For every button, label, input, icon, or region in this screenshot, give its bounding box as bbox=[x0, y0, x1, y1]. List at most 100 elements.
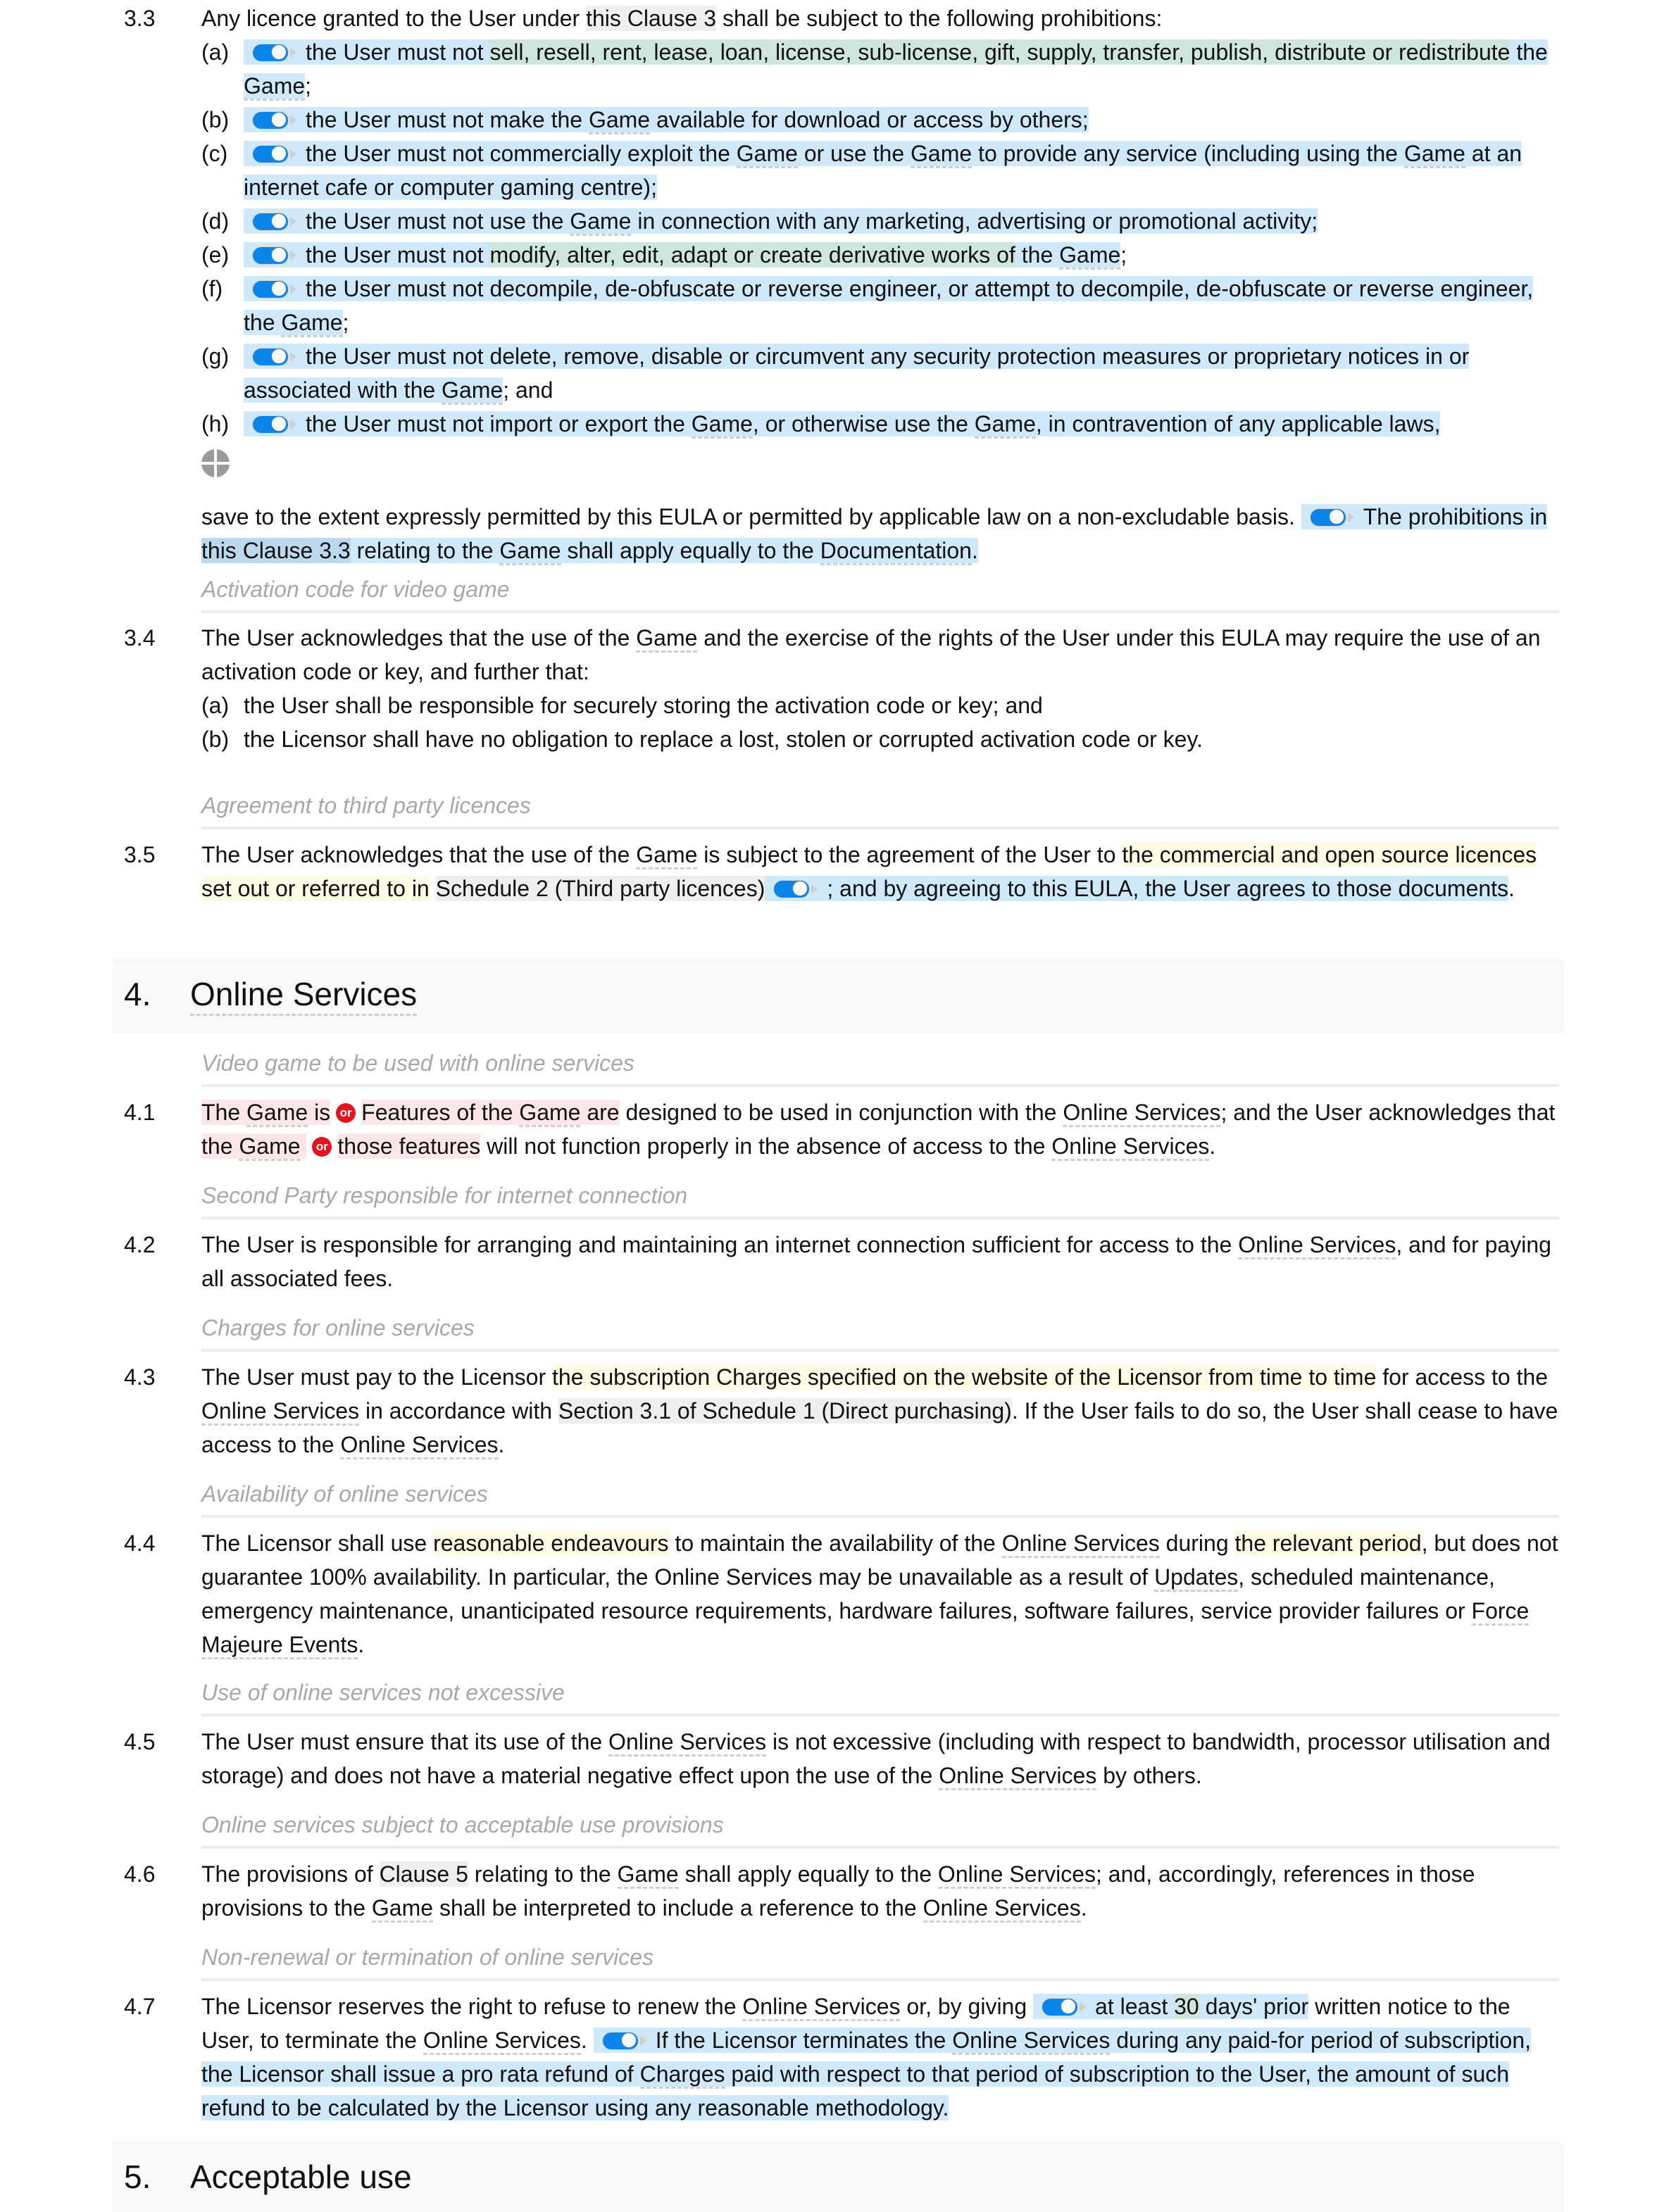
alternative-option[interactable]: The Game is bbox=[201, 1100, 331, 1127]
optional-text: the User must not decompile, de-obfuscat… bbox=[244, 276, 1534, 337]
defined-term[interactable]: Online Services bbox=[1238, 1232, 1396, 1259]
defined-term[interactable]: Game bbox=[588, 107, 651, 134]
section-heading: 4. Online Services bbox=[113, 959, 1563, 1033]
editable-text[interactable]: the relevant period bbox=[1234, 1531, 1422, 1556]
clause-4-4: 4.4 The Licensor shall use reasonable en… bbox=[124, 1526, 1561, 1661]
defined-term[interactable]: Online Services bbox=[923, 1895, 1081, 1923]
list-item-a: (a) the User shall be responsible for sec… bbox=[201, 693, 1043, 718]
defined-term[interactable]: Game bbox=[636, 625, 698, 653]
subheading: Use of online services not excessive bbox=[201, 1676, 1559, 1716]
alternative-option[interactable]: those features bbox=[337, 1133, 481, 1159]
clause-4-3: 4.3 The User must pay to the Licensor th… bbox=[124, 1360, 1561, 1462]
list-item-e: (e) the User must not modify, alter, edi… bbox=[201, 238, 1561, 272]
subheading: Video game to be used with online servic… bbox=[201, 1046, 1559, 1087]
optional-toggle-icon[interactable] bbox=[252, 279, 297, 299]
clause-3-3: 3.3 Any licence granted to the User unde… bbox=[124, 1, 1561, 567]
section-title[interactable]: Acceptable use bbox=[190, 2157, 412, 2197]
optional-toggle-icon[interactable] bbox=[252, 212, 297, 231]
optional-text: the User must not modify, alter, edit, a… bbox=[244, 242, 1121, 270]
clause-4-6: 4.6 The provisions of Clause 5 relating … bbox=[124, 1857, 1561, 1925]
defined-term[interactable]: Online Services bbox=[423, 2028, 581, 2055]
optional-toggle-icon[interactable] bbox=[252, 246, 297, 265]
drag-handle-icon[interactable] bbox=[201, 449, 230, 477]
defined-term[interactable]: Online Services bbox=[742, 1994, 901, 2021]
defined-term[interactable]: Online Services bbox=[1051, 1133, 1210, 1161]
optional-text: at least 30 days' prior bbox=[1033, 1994, 1309, 2019]
defined-term[interactable]: Online Services bbox=[608, 1729, 767, 1757]
editable-text[interactable]: reasonable endeavours bbox=[433, 1531, 669, 1556]
defined-term[interactable]: Game bbox=[281, 310, 343, 337]
defined-term[interactable]: Online Services bbox=[937, 1861, 1096, 1889]
defined-term[interactable]: Game bbox=[911, 141, 973, 168]
defined-term[interactable]: Game bbox=[974, 411, 1036, 439]
defined-term[interactable]: Game bbox=[1059, 242, 1121, 270]
optional-toggle-icon[interactable] bbox=[1042, 1997, 1087, 2016]
cross-reference[interactable]: this Clause 3.3 bbox=[201, 538, 351, 563]
defined-term[interactable]: Game bbox=[371, 1895, 434, 1923]
clause-4-2: 4.2 The User is responsible for arrangin… bbox=[124, 1232, 1551, 1291]
optional-toggle-icon[interactable] bbox=[252, 415, 297, 434]
subheading: Agreement to third party licences bbox=[201, 788, 1559, 829]
clause-4-1: 4.1 The Game is or Features of the Game ar… bbox=[124, 1095, 1561, 1163]
variant-text[interactable]: modify, alter, edit, adapt or create der… bbox=[489, 242, 1015, 268]
defined-term[interactable]: Game bbox=[570, 208, 632, 236]
defined-term[interactable]: Game bbox=[1403, 141, 1465, 168]
cross-reference[interactable]: Clause 5 bbox=[379, 1861, 468, 1887]
optional-toggle-icon[interactable] bbox=[252, 111, 297, 130]
defined-term[interactable]: Charges bbox=[639, 2061, 725, 2089]
optional-text: the User must not commercially exploit t… bbox=[244, 141, 1522, 200]
list-item-a: (a) the User must not sell, resell, rent… bbox=[201, 35, 1561, 103]
defined-term[interactable]: Documentation bbox=[820, 538, 972, 565]
clause-4-7: 4.7 The Licensor reserves the right to r… bbox=[124, 1994, 1531, 2120]
editable-number[interactable]: 30 bbox=[1174, 1994, 1199, 2019]
optional-toggle-icon[interactable] bbox=[773, 879, 818, 898]
clause-3-4: 3.4 The User acknowledges that the use o… bbox=[124, 621, 1561, 756]
defined-term[interactable]: Game bbox=[736, 141, 798, 168]
optional-text: ; and by agreeing to this EULA, the User… bbox=[765, 876, 1509, 901]
subheading: Online services subject to acceptable us… bbox=[201, 1808, 1559, 1849]
or-badge-icon[interactable]: or bbox=[312, 1136, 332, 1157]
defined-term[interactable]: Game bbox=[691, 411, 753, 439]
list-item-g: (g) the User must not delete, remove, di… bbox=[201, 339, 1561, 407]
section-title[interactable]: Online Services bbox=[190, 974, 418, 1016]
alternative-option[interactable]: Features of the Game are bbox=[361, 1100, 620, 1127]
defined-term[interactable]: Game bbox=[636, 842, 698, 869]
optional-toggle-icon[interactable] bbox=[252, 43, 297, 62]
defined-term[interactable]: Online Services bbox=[340, 1432, 499, 1459]
cross-reference[interactable]: Schedule 2 (Third party licences) bbox=[435, 876, 765, 901]
optional-toggle-icon[interactable] bbox=[1309, 508, 1355, 527]
defined-term[interactable]: Online Services bbox=[1063, 1100, 1221, 1127]
defined-term[interactable]: Game bbox=[499, 538, 561, 565]
defined-term[interactable]: Online Services bbox=[939, 1763, 1097, 1790]
defined-term[interactable]: Updates bbox=[1154, 1564, 1239, 1592]
defined-term[interactable]: Online Services bbox=[1001, 1531, 1160, 1558]
alternative-option[interactable]: the Game bbox=[201, 1133, 307, 1161]
cross-reference[interactable]: this Clause 3 bbox=[586, 6, 717, 31]
list-item-h: (h) the User must not import or export t… bbox=[201, 407, 1561, 441]
clause-number: 3.3 bbox=[124, 6, 156, 31]
cross-reference[interactable]: Section 3.1 of Schedule 1 (Direct purcha… bbox=[558, 1398, 1012, 1424]
variant-text[interactable]: sell, resell, rent, lease, loan, license… bbox=[489, 39, 1511, 65]
subheading: Non-renewal or termination of online ser… bbox=[201, 1940, 1559, 1981]
defined-term[interactable]: Online Services bbox=[201, 1398, 360, 1426]
subheading: Availability of online services bbox=[201, 1477, 1559, 1518]
list-item-b: (b) the Licensor shall have no obligation… bbox=[201, 727, 1203, 752]
or-badge-icon[interactable]: or bbox=[336, 1102, 356, 1123]
subheading: Charges for online services bbox=[201, 1311, 1559, 1352]
optional-text: the User must not use the Game in connec… bbox=[244, 208, 1318, 236]
optional-toggle-icon[interactable] bbox=[252, 347, 297, 366]
optional-text: the User must not import or export the G… bbox=[244, 411, 1441, 439]
optional-toggle-icon[interactable] bbox=[601, 2031, 647, 2050]
editable-text[interactable]: the subscription Charges specified on th… bbox=[552, 1364, 1377, 1390]
clause-3-5: 3.5 The User acknowledges that the use o… bbox=[124, 842, 1537, 901]
list-item-c: (c) the User must not commercially explo… bbox=[201, 141, 1522, 200]
optional-toggle-icon[interactable] bbox=[252, 144, 297, 163]
section-heading: 5. Acceptable use bbox=[113, 2142, 1563, 2212]
defined-term[interactable]: Game bbox=[442, 377, 504, 405]
defined-term[interactable]: Game bbox=[244, 73, 306, 101]
defined-term[interactable]: Online Services bbox=[952, 2028, 1111, 2055]
defined-term[interactable]: Game bbox=[617, 1861, 679, 1889]
clause-closing: save to the extent expressly permitted b… bbox=[201, 500, 1561, 567]
clause-intro: Any licence granted to the User under th… bbox=[201, 6, 1163, 31]
clause-4-5: 4.5 The User must ensure that its use of… bbox=[124, 1725, 1561, 1792]
